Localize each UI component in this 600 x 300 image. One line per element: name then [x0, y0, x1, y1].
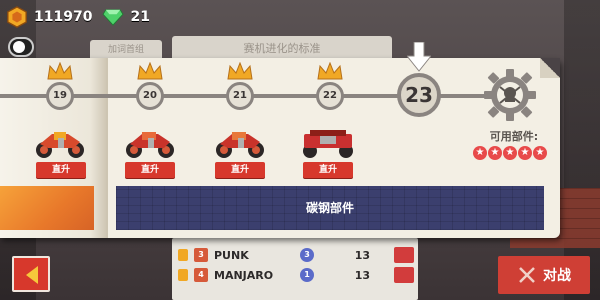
star-icon: ★ [503, 146, 517, 160]
player-name: MANJARO [214, 268, 274, 282]
gear-icon[interactable] [483, 68, 537, 122]
gem-count: 21 [130, 9, 150, 25]
upgrade-button[interactable]: 直升 [303, 162, 353, 178]
level-badge: 3 [300, 248, 314, 262]
upgrade-button[interactable]: 直升 [215, 162, 265, 178]
gem-icon [102, 9, 124, 26]
bike-icon[interactable] [122, 126, 178, 160]
crown-icon [137, 62, 163, 80]
medal-icon [178, 249, 188, 261]
rank-badge: 4 [194, 268, 208, 282]
fight-label: 对战 [543, 268, 571, 284]
parts-star-rating: ★ ★ ★ ★ ★ [473, 146, 547, 160]
player-score: 13 [354, 248, 370, 262]
carbon-part-label: 碳钢部件 [305, 201, 354, 215]
upgrade-button[interactable]: 直升 [125, 162, 175, 178]
bike-icon[interactable] [300, 126, 356, 160]
current-level-node[interactable]: 23 [397, 73, 441, 117]
panel-corner [540, 58, 560, 78]
star-icon: ★ [488, 146, 502, 160]
current-level-arrow-icon [407, 42, 431, 72]
crown-icon [47, 62, 73, 80]
leaderboard-row: 3 PUNK 3 13 [178, 246, 414, 264]
action-button[interactable] [394, 247, 414, 263]
action-button[interactable] [394, 267, 414, 283]
fight-button[interactable]: 对战 [498, 256, 590, 294]
player-name: PUNK [214, 248, 249, 262]
toggle-knob [13, 41, 25, 53]
coin-icon [7, 6, 27, 28]
medal-icon [178, 269, 188, 281]
background-tab: 加词首组 [90, 40, 162, 60]
leaderboard-row: 4 MANJARO 1 13 [178, 266, 414, 284]
crossed-swords-icon [519, 267, 535, 283]
crown-icon [317, 62, 343, 80]
level-node-22[interactable]: 22 [316, 82, 344, 110]
level-node-20[interactable]: 20 [136, 82, 164, 110]
back-button[interactable] [12, 256, 50, 292]
bike-icon[interactable] [212, 126, 268, 160]
level-node-21[interactable]: 21 [226, 82, 254, 110]
star-icon: ★ [518, 146, 532, 160]
back-arrow-icon [26, 266, 38, 284]
coin-count: 111970 [34, 9, 93, 25]
player-score: 13 [354, 268, 370, 282]
crown-icon [227, 62, 253, 80]
settings-toggle[interactable] [8, 37, 34, 57]
star-icon: ★ [533, 146, 547, 160]
available-parts-label: 可用部件: [489, 130, 539, 143]
level-node-19[interactable]: 19 [46, 82, 74, 110]
currency-hud: 111970 21 [6, 6, 150, 28]
rank-badge: 3 [194, 248, 208, 262]
unlocked-part-strip [0, 186, 94, 230]
upgrade-button[interactable]: 直升 [36, 162, 86, 178]
bike-icon[interactable] [32, 126, 88, 160]
level-badge: 1 [300, 268, 314, 282]
star-icon: ★ [473, 146, 487, 160]
